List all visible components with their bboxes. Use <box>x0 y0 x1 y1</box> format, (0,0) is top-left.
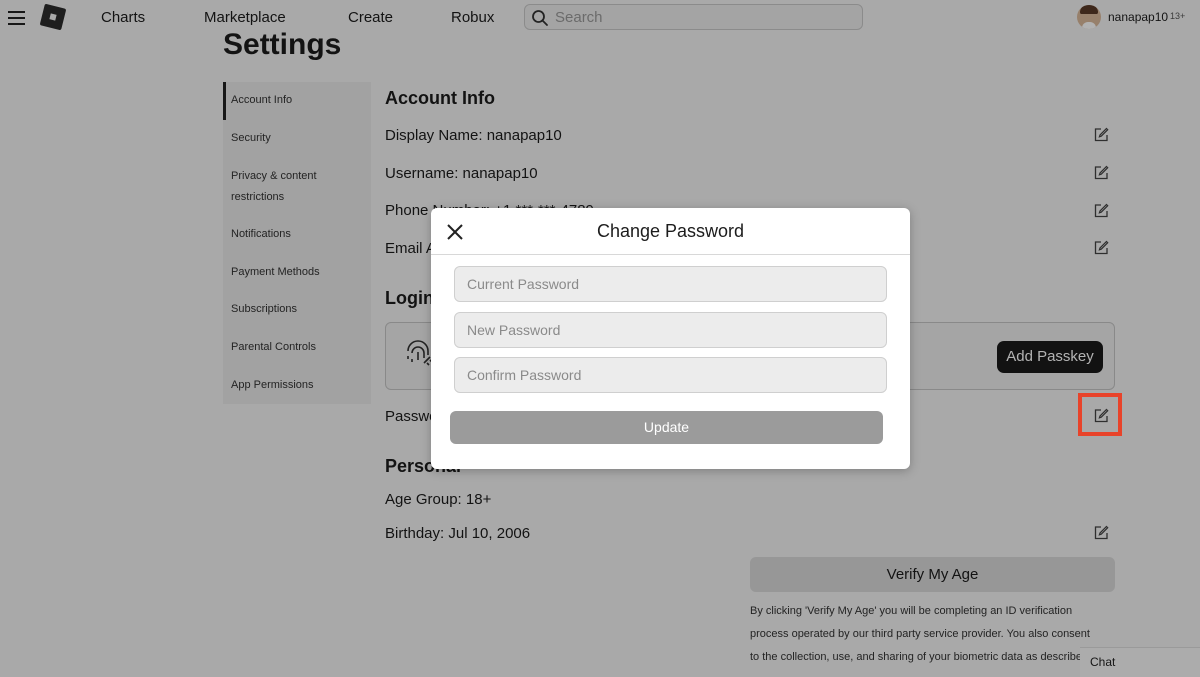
new-password-input[interactable] <box>454 312 887 348</box>
modal-title: Change Password <box>596 221 745 241</box>
update-button[interactable]: Update <box>450 411 883 444</box>
current-password-input[interactable] <box>454 266 887 302</box>
password-edit-highlight <box>1078 393 1122 436</box>
modal-header: Change Password <box>431 208 910 255</box>
confirm-password-input[interactable] <box>454 357 887 393</box>
change-password-modal: Change Password Update <box>431 208 910 469</box>
